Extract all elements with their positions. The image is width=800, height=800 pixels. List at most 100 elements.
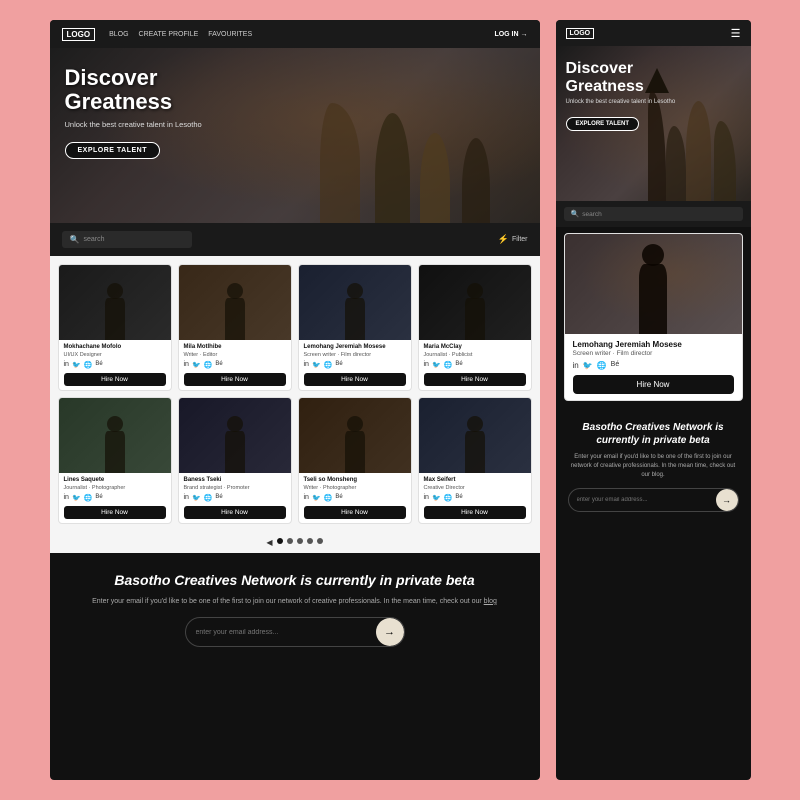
card-image-mila (179, 265, 291, 340)
mobile-figure-2 (686, 101, 711, 201)
web-icon-6[interactable]: 🌐 (204, 494, 213, 502)
hire-now-button-mila[interactable]: Hire Now (184, 373, 286, 386)
mobile-search-placeholder: search (582, 211, 602, 218)
nav-blog[interactable]: BLOG (109, 31, 128, 38)
search-icon: 🔍 (70, 235, 80, 244)
behance-icon-3[interactable]: Bé (335, 361, 342, 369)
hire-now-button-lemohang[interactable]: Hire Now (304, 373, 406, 386)
twitter-icon-2[interactable]: 🐦 (192, 361, 201, 369)
card-image-maria (419, 265, 531, 340)
mobile-view: LOGO ☰ Discover Greatness Unlock the bes… (556, 20, 751, 780)
mobile-web-icon[interactable]: 🌐 (597, 361, 607, 370)
web-icon-2[interactable]: 🌐 (204, 361, 213, 369)
web-icon-7[interactable]: 🌐 (324, 494, 333, 502)
linkedin-icon[interactable]: in (64, 361, 69, 369)
nav-create-profile[interactable]: CREATE PROFILE (139, 31, 199, 38)
explore-talent-button[interactable]: EXPLORE TALENT (65, 142, 160, 159)
card-baness: Baness Tseki Brand strategist · Promoter… (178, 397, 292, 524)
figure-2 (375, 113, 410, 223)
mobile-behance-icon[interactable]: Bé (611, 361, 620, 370)
page-dot-4[interactable] (307, 538, 313, 544)
hire-now-button-mokhachane[interactable]: Hire Now (64, 373, 166, 386)
behance-icon-5[interactable]: Bé (95, 494, 102, 502)
twitter-icon-4[interactable]: 🐦 (432, 361, 441, 369)
hire-now-button-lines[interactable]: Hire Now (64, 506, 166, 519)
web-icon-4[interactable]: 🌐 (444, 361, 453, 369)
mobile-beta-description: Enter your email if you'd like to be one… (568, 453, 739, 480)
behance-icon-8[interactable]: Bé (455, 494, 462, 502)
mobile-explore-button[interactable]: EXPLORE TALENT (566, 117, 640, 131)
page-dot-3[interactable] (297, 538, 303, 544)
person-silhouette-6 (225, 431, 245, 473)
search-input-wrapper[interactable]: 🔍 search (62, 231, 192, 248)
behance-icon-2[interactable]: Bé (215, 361, 222, 369)
twitter-icon-3[interactable]: 🐦 (312, 361, 321, 369)
hire-now-button-maria[interactable]: Hire Now (424, 373, 526, 386)
card-name-max: Max Seifert (424, 477, 526, 485)
twitter-icon-8[interactable]: 🐦 (432, 494, 441, 502)
hire-now-button-tseliso[interactable]: Hire Now (304, 506, 406, 519)
prev-arrow[interactable]: ◀ (266, 538, 272, 547)
mobile-logo: LOGO (566, 28, 595, 39)
card-name-baness: Baness Tseki (184, 477, 286, 485)
blog-link[interactable]: blog (484, 598, 497, 605)
twitter-icon-6[interactable]: 🐦 (192, 494, 201, 502)
linkedin-icon-7[interactable]: in (304, 494, 309, 502)
mobile-search-input[interactable]: 🔍 search (564, 207, 743, 221)
card-name-maria: Maria McClay (424, 344, 526, 352)
linkedin-icon-3[interactable]: in (304, 361, 309, 369)
mobile-beta-title: Basotho Creatives Network is currently i… (568, 421, 739, 447)
card-max: Max Seifert Creative Director in 🐦 🌐 Bé … (418, 397, 532, 524)
mobile-hire-now-button[interactable]: Hire Now (573, 375, 734, 394)
person-silhouette-2 (225, 298, 245, 340)
filter-button[interactable]: ⚡ Filter (498, 234, 528, 245)
mobile-email-submit[interactable]: → (716, 489, 738, 511)
login-button[interactable]: LOG IN → (494, 31, 527, 38)
mobile-hero-content: Discover Greatness Unlock the best creat… (566, 60, 676, 131)
twitter-icon-7[interactable]: 🐦 (312, 494, 321, 502)
web-icon-8[interactable]: 🌐 (444, 494, 453, 502)
linkedin-icon-2[interactable]: in (184, 361, 189, 369)
card-role-max: Creative Director (424, 485, 526, 491)
figure-3 (462, 138, 490, 223)
nav-favourites[interactable]: FAVOURITES (208, 31, 252, 38)
page-dot-2[interactable] (287, 538, 293, 544)
card-role-mila: Writer · Editor (184, 352, 286, 358)
twitter-icon-5[interactable]: 🐦 (72, 494, 81, 502)
linkedin-icon-5[interactable]: in (64, 494, 69, 502)
behance-icon-6[interactable]: Bé (215, 494, 222, 502)
behance-icon[interactable]: Bé (95, 361, 102, 369)
behance-icon-7[interactable]: Bé (335, 494, 342, 502)
card-image-tseliso (299, 398, 411, 473)
page-dot-1[interactable] (277, 538, 283, 544)
mobile-twitter-icon[interactable]: 🐦 (583, 361, 593, 370)
card-role-mokhachane: UI/UX Designer (64, 352, 166, 358)
figure-4 (320, 103, 360, 223)
web-icon-5[interactable]: 🌐 (84, 494, 93, 502)
person-silhouette-5 (105, 431, 125, 473)
web-icon[interactable]: 🌐 (84, 361, 93, 369)
twitter-icon[interactable]: 🐦 (72, 361, 81, 369)
card-lemohang: Lemohang Jeremiah Mosese Screen writer ·… (298, 264, 412, 391)
web-icon-3[interactable]: 🌐 (324, 361, 333, 369)
linkedin-icon-4[interactable]: in (424, 361, 429, 369)
desktop-beta-section: Basotho Creatives Network is currently i… (50, 553, 540, 662)
email-submit-button[interactable]: → (376, 618, 404, 646)
email-form: → (185, 617, 405, 647)
mobile-linkedin-icon[interactable]: in (573, 361, 579, 370)
email-input[interactable] (186, 624, 376, 641)
page-dot-5[interactable] (317, 538, 323, 544)
mobile-email-form: → (568, 488, 739, 512)
card-mokhachane: Mokhachane Mofolo UI/UX Designer in 🐦 🌐 … (58, 264, 172, 391)
hamburger-icon[interactable]: ☰ (731, 27, 741, 40)
mobile-hero-title: Discover Greatness (566, 60, 676, 95)
linkedin-icon-6[interactable]: in (184, 494, 189, 502)
beta-title: Basotho Creatives Network is currently i… (90, 571, 500, 589)
social-icons-mokhachane: in 🐦 🌐 Bé (64, 361, 166, 369)
hire-now-button-max[interactable]: Hire Now (424, 506, 526, 519)
mobile-figure-3 (666, 126, 686, 201)
mobile-email-input[interactable] (569, 493, 716, 507)
linkedin-icon-8[interactable]: in (424, 494, 429, 502)
behance-icon-4[interactable]: Bé (455, 361, 462, 369)
hire-now-button-baness[interactable]: Hire Now (184, 506, 286, 519)
